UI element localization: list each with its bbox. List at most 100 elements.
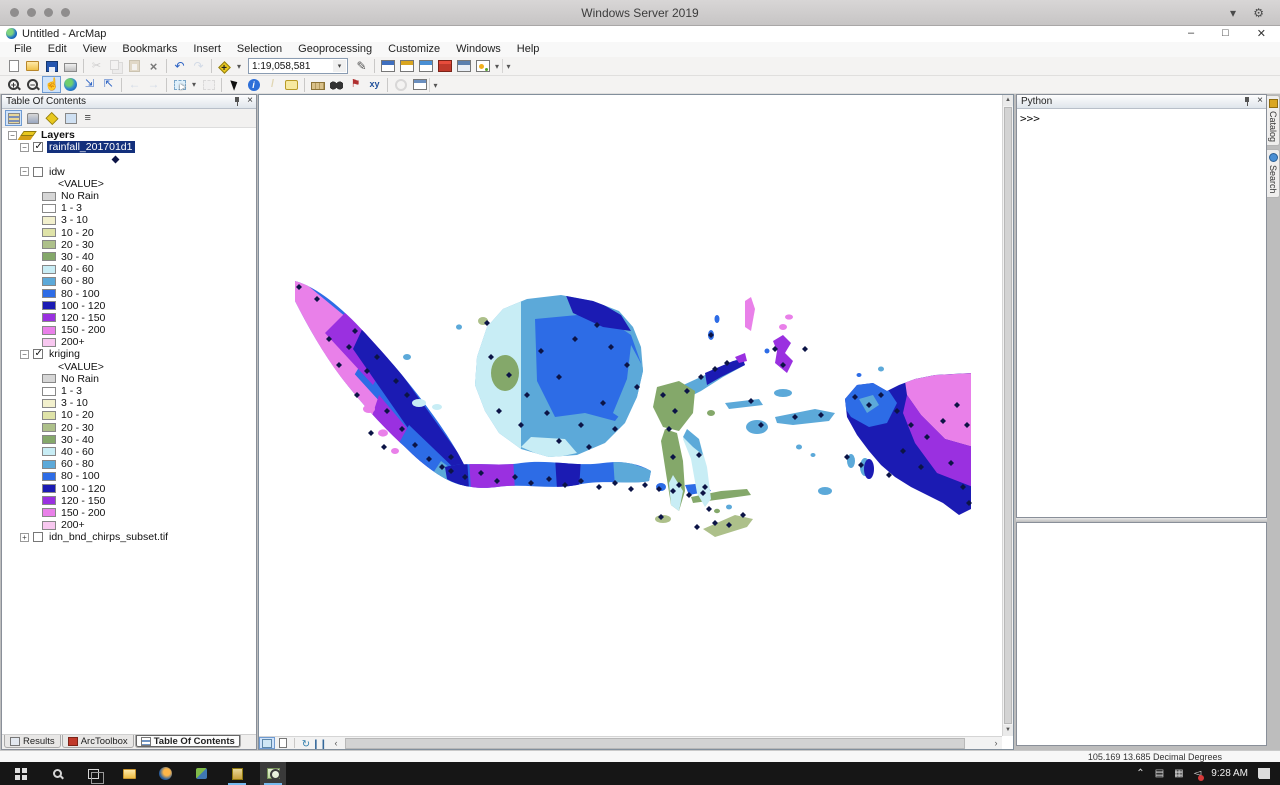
paste-button[interactable] [125, 58, 144, 75]
layers-root-label[interactable]: Layers [39, 129, 77, 141]
display-icon[interactable]: ▦ [1174, 768, 1183, 779]
zoom-out-button[interactable]: − [23, 76, 42, 93]
python-pin-icon[interactable] [1243, 96, 1251, 106]
new-document-button[interactable] [4, 58, 23, 75]
legend-swatch[interactable] [42, 228, 56, 237]
legend-swatch[interactable] [42, 289, 56, 298]
legend-swatch[interactable] [42, 252, 56, 261]
vertical-scroll-thumb[interactable] [1004, 107, 1012, 724]
legend-swatch[interactable] [42, 301, 56, 310]
menu-help[interactable]: Help [509, 42, 548, 57]
menu-insert[interactable]: Insert [185, 42, 229, 57]
fixed-zoom-out-button[interactable] [99, 76, 118, 93]
undo-button[interactable] [170, 58, 189, 75]
go-to-xy-button[interactable] [365, 76, 384, 93]
legend-swatch[interactable] [42, 521, 56, 530]
time-slider-button[interactable] [391, 76, 410, 93]
open-folder-button[interactable] [23, 58, 42, 75]
dropdown-caret-icon[interactable]: ▾ [492, 62, 502, 71]
refresh-view-button[interactable] [298, 737, 314, 749]
rainfall-layer-name[interactable]: rainfall_201701d1 [47, 141, 135, 153]
kriging-layer-checkbox[interactable] [33, 349, 43, 359]
map-vertical-scrollbar[interactable]: ▲ ▼ [1002, 95, 1013, 736]
menu-bookmarks[interactable]: Bookmarks [114, 42, 185, 57]
menu-file[interactable]: File [6, 42, 40, 57]
speaker-muted-icon[interactable]: ◅ [1194, 768, 1202, 779]
scale-dropdown-icon[interactable]: ▾ [333, 60, 346, 72]
toc-window-button[interactable] [378, 58, 397, 75]
pan-button[interactable] [42, 76, 61, 93]
notification-icon[interactable] [1258, 768, 1270, 779]
firefox-taskbar-button[interactable] [152, 762, 178, 785]
model-builder-button[interactable] [473, 58, 492, 75]
vm-dropdown-icon[interactable]: ▾ [1230, 6, 1236, 20]
legend-swatch[interactable] [42, 192, 56, 201]
toc-options-button[interactable] [81, 110, 98, 126]
map-canvas[interactable] [259, 95, 1003, 737]
find-route-button[interactable] [346, 76, 365, 93]
task-view-taskbar-button[interactable] [80, 762, 106, 785]
toc-pin-icon[interactable] [233, 96, 241, 106]
cut-button[interactable] [87, 58, 106, 75]
pause-drawing-button[interactable] [314, 737, 330, 749]
menu-selection[interactable]: Selection [229, 42, 290, 57]
map-scale-input[interactable] [249, 61, 331, 72]
menu-edit[interactable]: Edit [40, 42, 75, 57]
side-tab-catalog[interactable]: Catalog [1267, 95, 1280, 146]
data-view-button[interactable] [259, 737, 275, 749]
tray-chevron-icon[interactable]: ⌃ [1136, 768, 1144, 779]
idw-layer-checkbox[interactable] [33, 167, 43, 177]
legend-swatch[interactable] [42, 265, 56, 274]
taskbar-search-taskbar-button[interactable] [44, 762, 70, 785]
close-button[interactable]: ✕ [1257, 27, 1266, 40]
python-close-icon[interactable]: × [1257, 96, 1263, 106]
tab-arctoolbox[interactable]: ArcToolbox [62, 735, 134, 748]
raster-layer-name[interactable]: idn_bnd_chirps_subset.tif [47, 531, 170, 543]
legend-swatch[interactable] [42, 472, 56, 481]
tab-results[interactable]: Results [4, 735, 61, 748]
legend-swatch[interactable] [42, 496, 56, 505]
legend-swatch[interactable] [42, 240, 56, 249]
toolbar-overflow-icon[interactable]: ▾ [429, 78, 441, 92]
network-icon[interactable]: ▤ [1155, 768, 1164, 779]
zoom-in-button[interactable]: + [4, 76, 23, 93]
kriging-layer-name[interactable]: kriging [47, 348, 82, 360]
legend-swatch[interactable] [42, 423, 56, 432]
legend-swatch[interactable] [42, 508, 56, 517]
arcmap-taskbar-button[interactable] [260, 762, 286, 785]
list-by-drawing-order-button[interactable] [5, 110, 22, 126]
delete-button[interactable] [144, 58, 163, 75]
layers-expander[interactable]: − [8, 131, 17, 140]
python-window-button[interactable] [454, 58, 473, 75]
minimize-button[interactable]: – [1188, 27, 1194, 40]
legend-swatch[interactable] [42, 216, 56, 225]
horizontal-scroll-thumb[interactable] [345, 738, 965, 749]
rainfall-layer-checkbox[interactable] [33, 142, 43, 152]
menu-customize[interactable]: Customize [380, 42, 448, 57]
select-elements-button[interactable] [225, 76, 244, 93]
raster-layer-checkbox[interactable] [33, 532, 43, 542]
save-button[interactable] [42, 58, 61, 75]
menu-view[interactable]: View [75, 42, 115, 57]
forward-arrow-button[interactable] [144, 76, 163, 93]
legend-swatch[interactable] [42, 313, 56, 322]
legend-swatch[interactable] [42, 411, 56, 420]
taskbar-clock[interactable]: 9:28 AM [1211, 768, 1248, 779]
scroll-right-icon[interactable]: › [990, 738, 1002, 748]
viewer-window-button[interactable] [410, 76, 429, 93]
dropdown-caret-icon[interactable]: ▾ [189, 80, 199, 89]
file-explorer-taskbar-button[interactable] [116, 762, 142, 785]
idw-layer-name[interactable]: idw [47, 166, 67, 178]
identify-button[interactable]: i [244, 76, 263, 93]
redo-button[interactable] [189, 58, 208, 75]
print-button[interactable] [61, 58, 80, 75]
editor-button[interactable] [352, 58, 371, 75]
vm-settings-gear-icon[interactable]: ⚙ [1253, 6, 1264, 20]
fixed-zoom-in-button[interactable] [80, 76, 99, 93]
scroll-left-icon[interactable]: ‹ [330, 738, 342, 748]
legend-swatch[interactable] [42, 374, 56, 383]
legend-swatch[interactable] [42, 460, 56, 469]
find-button[interactable] [327, 76, 346, 93]
select-features-button[interactable] [170, 76, 189, 93]
maximize-button[interactable]: □ [1222, 27, 1229, 40]
